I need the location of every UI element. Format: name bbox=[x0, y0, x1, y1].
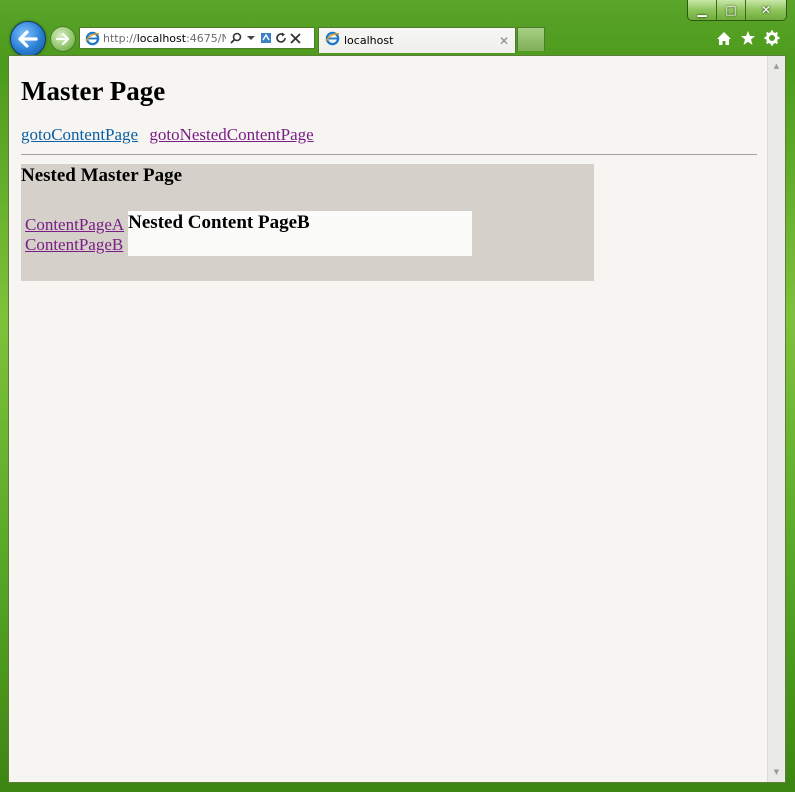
tab-title: localhost bbox=[344, 34, 394, 47]
scroll-up-arrow-icon[interactable]: ▲ bbox=[768, 58, 785, 74]
back-button[interactable] bbox=[10, 21, 46, 57]
address-bar[interactable]: http://localhost:4675/N bbox=[79, 27, 315, 49]
page-title: Master Page bbox=[21, 76, 166, 106]
page-body: Master Page gotoContentPage gotoNestedCo… bbox=[21, 56, 757, 281]
forward-arrow-icon bbox=[56, 33, 70, 45]
gear-icon[interactable] bbox=[763, 28, 781, 48]
divider bbox=[21, 154, 757, 155]
close-button[interactable]: ✕ bbox=[745, 0, 786, 20]
tab-close-icon[interactable]: ✕ bbox=[499, 34, 509, 48]
back-arrow-icon bbox=[18, 30, 38, 48]
nested-side-nav: ContentPageA ContentPageB bbox=[25, 211, 124, 256]
refresh-icon[interactable] bbox=[274, 30, 287, 46]
forward-button[interactable] bbox=[50, 26, 76, 52]
scroll-down-arrow-icon[interactable]: ▼ bbox=[768, 764, 785, 780]
nested-content-title: Nested Content PageB bbox=[128, 212, 310, 233]
top-nav: gotoContentPage gotoNestedContentPage bbox=[21, 125, 756, 145]
home-icon[interactable] bbox=[715, 28, 733, 48]
tab-localhost[interactable]: localhost ✕ bbox=[318, 27, 516, 53]
stop-icon[interactable] bbox=[289, 30, 302, 46]
compatibility-view-icon[interactable] bbox=[259, 30, 272, 46]
goto-nested-content-page-link[interactable]: gotoNestedContentPage bbox=[149, 125, 313, 144]
search-icon[interactable] bbox=[229, 30, 242, 46]
content-page-a-link[interactable]: ContentPageA bbox=[25, 215, 124, 235]
new-tab-button[interactable] bbox=[517, 27, 545, 51]
content-page-b-link[interactable]: ContentPageB bbox=[25, 235, 124, 255]
window-caption-buttons: ▁ □ ✕ bbox=[687, 0, 787, 21]
minimize-button[interactable]: ▁ bbox=[688, 0, 716, 20]
nested-master-title: Nested Master Page bbox=[21, 165, 183, 186]
nested-master-panel: Nested Master Page ContentPageA ContentP… bbox=[21, 164, 594, 281]
dropdown-arrow-icon[interactable] bbox=[244, 30, 257, 46]
goto-content-page-link[interactable]: gotoContentPage bbox=[21, 125, 138, 144]
nested-content-panel: Nested Content PageB bbox=[128, 211, 473, 256]
ie-page-icon bbox=[84, 30, 100, 46]
vertical-scrollbar[interactable]: ▲ ▼ bbox=[767, 56, 785, 782]
page-viewport: Master Page gotoContentPage gotoNestedCo… bbox=[8, 55, 786, 783]
star-icon[interactable] bbox=[739, 28, 757, 48]
ie-tab-icon bbox=[325, 31, 340, 50]
address-url[interactable]: http://localhost:4675/N bbox=[103, 32, 226, 45]
browser-window: ▁ □ ✕ http://localhost:4675/N localhost … bbox=[0, 0, 795, 792]
maximize-button[interactable]: □ bbox=[716, 0, 745, 20]
